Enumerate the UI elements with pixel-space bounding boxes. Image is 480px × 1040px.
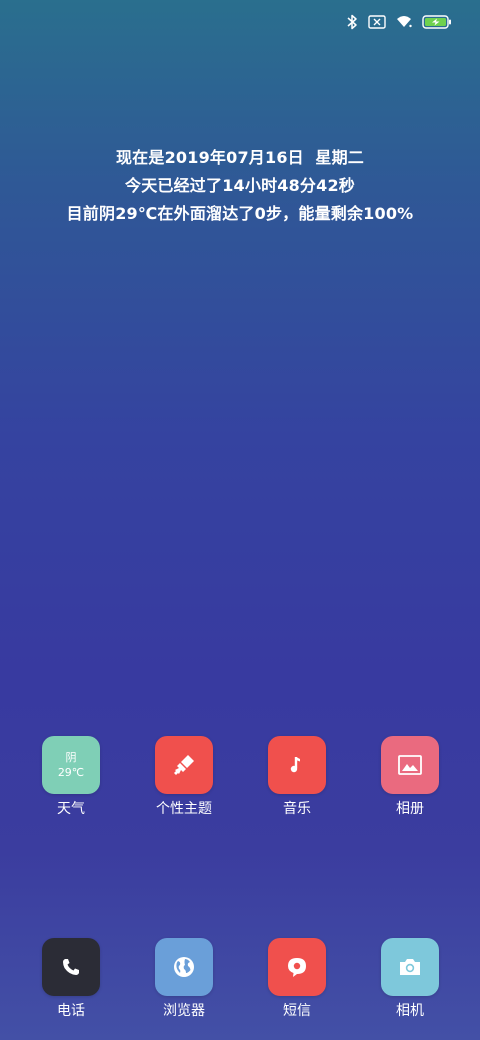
app-grid: 阴 29℃ 天气 个性主题 音乐 相册 [0, 736, 480, 826]
app-music[interactable]: 音乐 [247, 736, 347, 826]
status-info: 现在是2019年07月16日 星期二 今天已经过了14小时48分42秒 目前阴2… [0, 144, 480, 228]
app-weather[interactable]: 阴 29℃ 天气 [21, 736, 121, 826]
weather-temperature: 29℃ [57, 766, 85, 779]
app-phone[interactable]: 电话 [21, 938, 121, 1028]
app-label: 天气 [57, 801, 85, 817]
wifi-icon [396, 10, 412, 34]
app-gallery[interactable]: 相册 [360, 736, 460, 826]
battery-charging-icon [422, 10, 452, 34]
bluetooth-icon [346, 10, 358, 34]
date-text: 现在是2019年07月16日 星期二 [115, 148, 364, 167]
brush-icon[interactable] [155, 736, 213, 794]
app-themes[interactable]: 个性主题 [134, 736, 234, 826]
app-label: 音乐 [283, 801, 311, 817]
message-icon[interactable] [268, 938, 326, 996]
globe-icon[interactable] [155, 938, 213, 996]
app-label: 相册 [396, 801, 424, 817]
no-sim-icon [368, 10, 386, 34]
app-label: 短信 [283, 1003, 311, 1019]
image-icon[interactable] [381, 736, 439, 794]
app-camera[interactable]: 相机 [360, 938, 460, 1028]
app-messages[interactable]: 短信 [247, 938, 347, 1028]
camera-icon[interactable] [381, 938, 439, 996]
app-browser[interactable]: 浏览器 [134, 938, 234, 1028]
weather-icon[interactable]: 阴 29℃ [42, 736, 100, 794]
dock: 电话 浏览器 短信 相机 [0, 938, 480, 1028]
elapsed-time-text: 今天已经过了14小时48分42秒 [125, 176, 355, 195]
app-label: 浏览器 [163, 1003, 205, 1019]
app-label: 电话 [57, 1003, 85, 1019]
status-bar [346, 10, 452, 34]
app-label: 相机 [396, 1003, 424, 1019]
phone-icon[interactable] [42, 938, 100, 996]
app-label: 个性主题 [156, 801, 212, 817]
music-note-icon[interactable] [268, 736, 326, 794]
weather-steps-battery-text: 目前阴29℃在外面溜达了0步，能量剩余100% [66, 204, 414, 223]
weather-condition: 阴 [65, 751, 77, 764]
